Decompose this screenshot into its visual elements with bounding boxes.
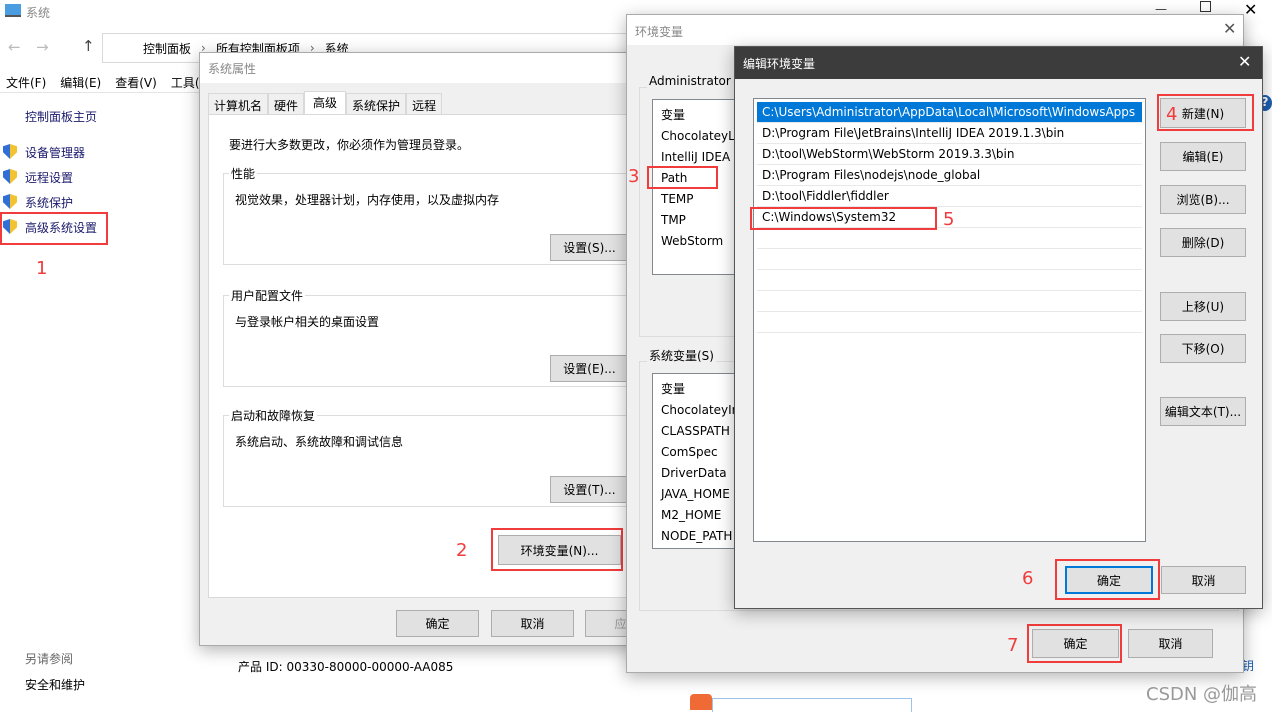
env-cancel-button[interactable]: 取消 (1128, 629, 1213, 658)
browse-button[interactable]: 浏览(B)... (1160, 185, 1246, 214)
column-header[interactable]: 变量 (661, 380, 685, 397)
list-item[interactable]: TEMP (661, 192, 694, 206)
sidebar-security[interactable]: 安全和维护 (25, 676, 85, 693)
annotation-2: 2 (456, 540, 468, 561)
edit-cancel-button[interactable]: 取消 (1161, 566, 1246, 594)
group-label: 性能 (229, 165, 258, 182)
shield-icon (3, 144, 17, 159)
list-item[interactable]: ComSpec (661, 445, 718, 459)
list-item[interactable]: NODE_PATH (661, 529, 732, 543)
performance-settings-button[interactable]: 设置(S)... (550, 234, 629, 261)
advanced-panel: 要进行大多数更改，你必须作为管理员登录。 性能 视觉效果，处理器计划，内存使用，… (208, 114, 653, 598)
profile-settings-button[interactable]: 设置(E)... (550, 355, 629, 382)
group-label: 启动和故障恢复 (229, 407, 318, 424)
forward-button[interactable]: → (36, 38, 49, 56)
annotation-3: 3 (628, 166, 640, 187)
close-icon[interactable]: ✕ (1223, 19, 1236, 38)
menu-file[interactable]: 文件(F) (6, 74, 46, 91)
edit-button[interactable]: 编辑(E) (1160, 142, 1246, 171)
move-down-button[interactable]: 下移(O) (1160, 334, 1246, 363)
close-icon[interactable]: ✕ (1238, 52, 1251, 71)
path-entry[interactable]: D:\Program Files\nodejs\node_global (757, 165, 1142, 186)
group-desc: 与登录帐户相关的桌面设置 (235, 315, 380, 329)
menu-view[interactable]: 查看(V) (115, 74, 157, 91)
maximize-button[interactable] (1200, 1, 1211, 12)
dialog-title: 环境变量 (635, 25, 684, 39)
sidebar-home[interactable]: 控制面板主页 (25, 108, 97, 125)
annotation-box-1 (0, 212, 108, 245)
annotation-box-6 (1055, 559, 1160, 600)
annotation-7: 7 (1007, 635, 1019, 656)
back-button[interactable]: ← (8, 38, 21, 56)
sidebar-protection[interactable]: 系统保护 (25, 194, 73, 211)
move-up-button[interactable]: 上移(U) (1160, 292, 1246, 321)
ok-button[interactable]: 确定 (396, 610, 479, 637)
sidebar-remote[interactable]: 远程设置 (25, 169, 73, 186)
path-entry[interactable]: C:\Users\Administrator\AppData\Local\Mic… (757, 102, 1142, 123)
system-vars-label: 系统变量(S) (647, 347, 716, 364)
up-button[interactable]: ↑ (82, 37, 95, 55)
breadcrumb-0[interactable]: 控制面板 (143, 40, 191, 57)
cancel-button[interactable]: 取消 (491, 610, 574, 637)
dialog-title: 系统属性 (208, 62, 257, 76)
path-entry[interactable]: D:\tool\Fiddler\fiddler (757, 186, 1142, 207)
list-item[interactable]: JAVA_HOME (661, 487, 730, 501)
annotation-box-7 (1027, 624, 1122, 663)
annotation-1: 1 (36, 258, 48, 279)
annotation-4: 4 (1166, 104, 1178, 125)
menu-edit[interactable]: 编辑(E) (60, 74, 101, 91)
delete-button[interactable]: 删除(D) (1160, 228, 1246, 257)
annotation-5: 5 (943, 209, 955, 230)
list-item[interactable]: M2_HOME (661, 508, 721, 522)
sidebar-device-manager[interactable]: 设备管理器 (25, 144, 85, 161)
edit-text-button[interactable]: 编辑文本(T)... (1160, 397, 1246, 426)
input-method-logo-icon (690, 694, 712, 710)
window-title: 系统 (26, 6, 51, 20)
annotation-box-2 (491, 528, 623, 571)
group-desc: 系统启动、系统故障和调试信息 (235, 435, 404, 449)
menu-tools[interactable]: 工具( (171, 74, 200, 91)
annotation-box-3 (647, 166, 718, 189)
column-header[interactable]: 变量 (661, 106, 685, 123)
list-item[interactable]: DriverData (661, 466, 727, 480)
startup-settings-button[interactable]: 设置(T)... (550, 476, 629, 503)
list-item[interactable]: ChocolateyIn (661, 403, 739, 417)
group-label: 用户配置文件 (229, 287, 306, 304)
annotation-box-5 (750, 207, 937, 230)
admin-notice: 要进行大多数更改，你必须作为管理员登录。 (229, 138, 470, 152)
computer-icon (5, 4, 21, 17)
path-entry[interactable]: D:\tool\WebStorm\WebStorm 2019.3.3\bin (757, 144, 1142, 165)
dialog-title: 编辑环境变量 (743, 57, 816, 71)
see-also-label: 另请参阅 (25, 652, 74, 666)
close-button[interactable]: ✕ (1244, 0, 1257, 19)
product-id: 产品 ID: 00330-80000-00000-AA085 (238, 660, 454, 674)
list-item[interactable]: TMP (661, 213, 686, 227)
list-item[interactable]: IntelliJ IDEA (661, 150, 730, 164)
watermark: CSDN @伽高 (1146, 684, 1258, 705)
list-item[interactable]: ChocolateyLa (661, 129, 742, 143)
path-entry[interactable]: D:\Program File\JetBrains\IntelliJ IDEA … (757, 123, 1142, 144)
path-entries-list[interactable]: C:\Users\Administrator\AppData\Local\Mic… (753, 98, 1146, 542)
shield-icon (3, 169, 17, 184)
group-desc: 视觉效果，处理器计划，内存使用，以及虚拟内存 (235, 193, 500, 207)
shield-icon (3, 194, 17, 209)
list-item[interactable]: CLASSPATH (661, 424, 730, 438)
menu-bar: 文件(F) 编辑(E) 查看(V) 工具( (0, 74, 200, 91)
annotation-6: 6 (1022, 568, 1034, 589)
list-item[interactable]: WebStorm (661, 234, 723, 248)
